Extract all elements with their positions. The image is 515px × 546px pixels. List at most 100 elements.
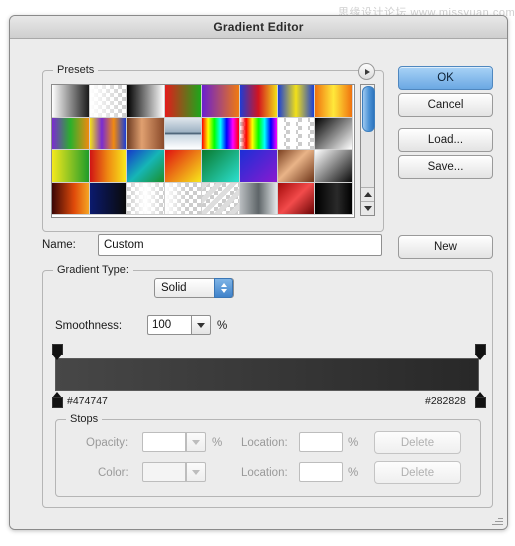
preset-swatch-transparent-checker-3[interactable]: [202, 182, 240, 215]
preset-swatch-orange-yellow-orange[interactable]: [315, 85, 353, 118]
left-stop-hex-label: #474747: [67, 395, 108, 407]
preset-swatch-blue-yellow-blue[interactable]: [277, 85, 316, 118]
preset-swatch-blue-purple-diagonal[interactable]: [239, 150, 278, 183]
preset-swatch-fill: [202, 85, 239, 117]
save-button[interactable]: Save...: [398, 155, 493, 179]
preset-swatch-fill: [277, 182, 315, 214]
preset-swatch-fill: [239, 150, 277, 182]
preset-swatch-green-cyan-diagonal[interactable]: [202, 150, 240, 183]
presets-scroll-thumb[interactable]: [362, 86, 375, 132]
gradient-type-group: Gradient Type: Solid Smoothness: %: [42, 264, 493, 508]
preset-swatch-fill: [89, 85, 127, 117]
preset-swatch-yellow-violet-orange-blue[interactable]: [89, 117, 128, 150]
preset-swatch-transparent-checker-1[interactable]: [127, 182, 165, 215]
stops-group: Stops Opacity: % Location: % Delete Colo…: [55, 413, 481, 497]
preset-swatch-copper[interactable]: [127, 117, 165, 150]
preset-swatch-black-fade[interactable]: [315, 182, 353, 215]
preset-swatch-black-white[interactable]: [127, 85, 165, 118]
preset-swatch-black-white-steps[interactable]: [315, 117, 353, 150]
resize-grip[interactable]: [492, 514, 504, 526]
preset-swatch-fill: [315, 182, 352, 214]
opacity-location-unit: %: [348, 437, 359, 449]
presets-scrollbar[interactable]: [360, 84, 375, 216]
preset-swatch-dark-red-orange[interactable]: [52, 182, 90, 215]
preset-swatch-white-black-diagonal[interactable]: [315, 150, 353, 183]
preset-swatch-foreground-to-transparent[interactable]: [89, 85, 128, 118]
color-label: Color:: [98, 467, 129, 479]
preset-swatch-transparent-checker-2[interactable]: [164, 182, 203, 215]
preset-swatch-fill: [164, 117, 202, 149]
opacity-location-input: [299, 432, 343, 452]
gradient-preview-strip[interactable]: [55, 358, 479, 391]
ok-button[interactable]: OK: [398, 66, 493, 90]
color-swatch: [142, 462, 186, 482]
smoothness-input[interactable]: [147, 315, 191, 335]
updown-arrows-icon: [214, 278, 233, 298]
preset-swatch-red-orange-yellow[interactable]: [89, 150, 128, 183]
triangle-down-icon: [197, 322, 205, 328]
preset-swatch-fill: [127, 182, 164, 214]
preset-swatch-yellow-green[interactable]: [52, 150, 90, 183]
preset-swatch-transparent-rainbow[interactable]: [239, 117, 278, 150]
triangle-down-icon: [363, 206, 372, 211]
color-location-label: Location:: [241, 467, 288, 479]
preset-swatch-fill: [239, 85, 277, 117]
preset-swatch-fill: [315, 150, 352, 182]
opacity-unit: %: [212, 437, 223, 449]
opacity-label: Opacity:: [86, 437, 129, 449]
color-delete-button: Delete: [374, 461, 461, 484]
preset-swatch-transparent-stripes[interactable]: [277, 117, 316, 150]
presets-group: Presets: [42, 63, 384, 232]
preset-swatch-fill: [52, 182, 89, 214]
preset-swatch-fill: [164, 182, 202, 214]
preset-swatch-gray-steel[interactable]: [239, 182, 278, 215]
preset-swatch-fill: [164, 150, 202, 182]
gradient-type-value: Solid: [161, 282, 187, 294]
preset-swatch-fill: [277, 85, 315, 117]
gradient-editor-window: Gradient Editor Presets OK Cancel Load..…: [9, 15, 508, 530]
right-stop-hex-label: #282828: [425, 395, 466, 407]
presets-scroll-track[interactable]: [361, 131, 374, 187]
preset-swatch-fill: [89, 182, 127, 214]
smoothness-menu-button[interactable]: [191, 315, 211, 335]
preset-swatch-fill: [127, 117, 164, 149]
preset-swatch-fill: [127, 150, 164, 182]
window-titlebar[interactable]: Gradient Editor: [10, 16, 507, 39]
gradient-name-input[interactable]: [98, 234, 382, 256]
preset-swatch-blue-red-yellow[interactable]: [239, 85, 278, 118]
gradient-type-select[interactable]: Solid: [154, 278, 234, 298]
preset-swatch-blue-green-stripe[interactable]: [127, 150, 165, 183]
preset-swatch-red-crimson[interactable]: [277, 182, 316, 215]
preset-swatch-copper-diagonal[interactable]: [277, 150, 316, 183]
chevron-right-icon: [364, 68, 370, 75]
preset-swatch-chrome[interactable]: [164, 117, 203, 150]
preset-swatch-foreground-to-background[interactable]: [52, 85, 90, 118]
triangle-down-icon: [192, 439, 200, 445]
preset-swatch-fill: [127, 85, 164, 117]
triangle-up-icon: [363, 192, 372, 197]
presets-group-label: Presets: [53, 64, 99, 76]
smoothness-unit: %: [217, 320, 228, 332]
preset-swatch-fill: [239, 182, 277, 214]
cancel-button[interactable]: Cancel: [398, 93, 493, 117]
preset-swatch-fill: [89, 150, 127, 182]
new-button[interactable]: New: [398, 235, 493, 259]
preset-swatch-red-yellow-diagonal[interactable]: [164, 150, 203, 183]
presets-scroll-up-button[interactable]: [361, 187, 374, 201]
preset-swatch-fill: [277, 117, 315, 149]
preset-swatch-blue-black[interactable]: [89, 182, 128, 215]
opacity-location-label: Location:: [241, 437, 288, 449]
presets-menu-button[interactable]: [358, 63, 375, 80]
presets-swatch-panel[interactable]: [51, 84, 355, 218]
preset-swatch-fill: [164, 85, 202, 117]
preset-swatch-violet-green-orange[interactable]: [52, 117, 90, 150]
load-button[interactable]: Load...: [398, 128, 493, 152]
presets-swatch-grid: [52, 85, 354, 215]
stops-group-label: Stops: [66, 413, 103, 425]
preset-swatch-red-green[interactable]: [164, 85, 203, 118]
opacity-menu-button: [186, 432, 206, 452]
preset-swatch-spectrum[interactable]: [202, 117, 240, 150]
presets-scroll-down-button[interactable]: [361, 201, 374, 215]
preset-swatch-violet-orange[interactable]: [202, 85, 240, 118]
preset-swatch-fill: [239, 117, 277, 149]
